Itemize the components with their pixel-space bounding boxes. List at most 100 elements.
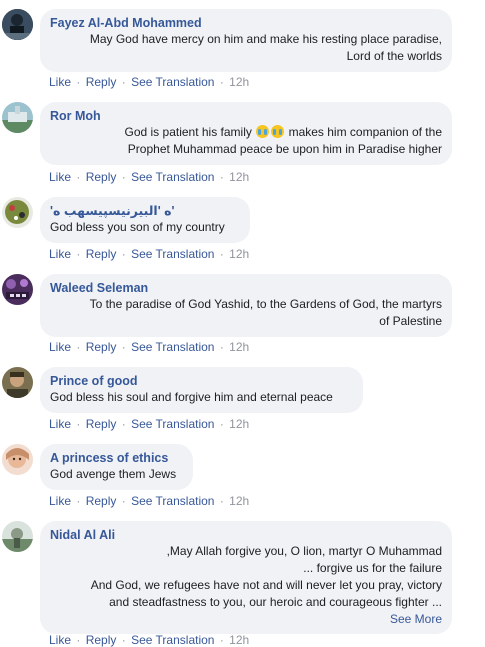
comment-text: God is patient his family makes him comp…	[50, 124, 442, 141]
like-link[interactable]: Like	[49, 340, 71, 354]
separator: ·	[76, 75, 81, 89]
reply-link[interactable]: Reply	[86, 633, 117, 647]
comment-bubble: Prince of good God bless his soul and fo…	[40, 367, 363, 413]
separator: ·	[219, 170, 224, 184]
comment-bubble: Fayez Al-Abd Mohammed May God have mercy…	[40, 9, 452, 72]
reply-link[interactable]: Reply	[86, 247, 117, 261]
separator: ·	[76, 417, 81, 431]
separator: ·	[219, 247, 224, 261]
crying-face-icon	[271, 125, 285, 138]
like-link[interactable]: Like	[49, 417, 71, 431]
crying-face-icon	[256, 125, 270, 138]
comment-text: God bless you son of my country	[50, 220, 225, 234]
like-link[interactable]: Like	[49, 247, 71, 261]
comment-text-part: makes him companion of the	[288, 125, 442, 139]
comment-bubble: Ror Moh God is patient his family makes …	[40, 102, 452, 165]
avatar-image	[2, 521, 33, 552]
comment-text: of Palestine	[379, 314, 442, 328]
timestamp[interactable]: 12h	[229, 494, 249, 508]
comment-bubble: Waleed Seleman To the paradise of God Ya…	[40, 274, 452, 337]
separator: ·	[121, 247, 126, 261]
separator: ·	[76, 633, 81, 647]
comment-actions: Like · Reply · See Translation · 12h	[49, 247, 249, 261]
reply-link[interactable]: Reply	[86, 417, 117, 431]
separator: ·	[219, 75, 224, 89]
comment-text: ... forgive us for the failure	[303, 561, 442, 575]
avatar[interactable]	[2, 444, 33, 475]
comment-author[interactable]: Waleed Seleman	[50, 280, 442, 296]
separator: ·	[76, 170, 81, 184]
comment-text: God bless his soul and forgive him and e…	[50, 390, 333, 404]
comment-text: ,May Allah forgive you, O lion, martyr O…	[166, 544, 442, 558]
comment-text: Prophet Muhammad peace be upon him in Pa…	[127, 142, 442, 156]
avatar[interactable]	[2, 367, 33, 398]
separator: ·	[76, 247, 81, 261]
avatar-image	[2, 197, 33, 228]
reply-link[interactable]: Reply	[86, 494, 117, 508]
comment-actions: Like · Reply · See Translation · 12h	[49, 417, 249, 431]
see-translation-link[interactable]: See Translation	[131, 247, 214, 261]
timestamp[interactable]: 12h	[229, 417, 249, 431]
separator: ·	[76, 340, 81, 354]
comment-author[interactable]: 'ه 'البيرنيسپيسهب ه'	[50, 203, 240, 219]
avatar[interactable]	[2, 9, 33, 40]
see-translation-link[interactable]: See Translation	[131, 170, 214, 184]
separator: ·	[219, 494, 224, 508]
comment-author[interactable]: Ror Moh	[50, 108, 442, 124]
separator: ·	[121, 340, 126, 354]
avatar[interactable]	[2, 521, 33, 552]
comment-bubble: Nidal Al Ali ,May Allah forgive you, O l…	[40, 521, 452, 634]
reply-link[interactable]: Reply	[86, 340, 117, 354]
timestamp[interactable]: 12h	[229, 75, 249, 89]
comment-bubble: 'ه 'البيرنيسپيسهب ه' God bless you son o…	[40, 197, 250, 243]
comment-author[interactable]: Nidal Al Ali	[50, 527, 442, 543]
comment-actions: Like · Reply · See Translation · 12h	[49, 170, 249, 184]
avatar[interactable]	[2, 102, 33, 133]
avatar-image	[2, 9, 33, 40]
avatar-image	[2, 367, 33, 398]
separator: ·	[76, 494, 81, 508]
like-link[interactable]: Like	[49, 494, 71, 508]
like-link[interactable]: Like	[49, 633, 71, 647]
see-more-link[interactable]: See More	[50, 611, 442, 627]
see-translation-link[interactable]: See Translation	[131, 75, 214, 89]
separator: ·	[121, 633, 126, 647]
like-link[interactable]: Like	[49, 170, 71, 184]
timestamp[interactable]: 12h	[229, 170, 249, 184]
reply-link[interactable]: Reply	[86, 170, 117, 184]
separator: ·	[121, 170, 126, 184]
avatar-image	[2, 444, 33, 475]
comment-text: and steadfastness to you, our heroic and…	[109, 595, 442, 609]
comment-author[interactable]: Prince of good	[50, 373, 353, 389]
comment-author[interactable]: Fayez Al-Abd Mohammed	[50, 15, 442, 31]
comment-actions: Like · Reply · See Translation · 12h	[49, 340, 249, 354]
comment-author[interactable]: A princess of ethics	[50, 450, 183, 466]
comment-text: To the paradise of God Yashid, to the Ga…	[89, 297, 442, 311]
see-translation-link[interactable]: See Translation	[131, 340, 214, 354]
comment-text-part: God is patient his family	[124, 125, 252, 139]
comment-text: Lord of the worlds	[346, 49, 442, 63]
comment-bubble: A princess of ethics God avenge them Jew…	[40, 444, 193, 490]
comment-actions: Like · Reply · See Translation · 12h	[49, 494, 249, 508]
avatar-image	[2, 274, 33, 305]
timestamp[interactable]: 12h	[229, 247, 249, 261]
like-link[interactable]: Like	[49, 75, 71, 89]
separator: ·	[219, 633, 224, 647]
timestamp[interactable]: 12h	[229, 340, 249, 354]
avatar-image	[2, 102, 33, 133]
separator: ·	[121, 417, 126, 431]
comment-actions: Like · Reply · See Translation · 12h	[49, 75, 249, 89]
avatar[interactable]	[2, 274, 33, 305]
comment-text: God avenge them Jews	[50, 467, 177, 481]
see-translation-link[interactable]: See Translation	[131, 417, 214, 431]
comment-text: And God, we refugees have not and will n…	[90, 578, 442, 592]
separator: ·	[219, 417, 224, 431]
avatar[interactable]	[2, 197, 33, 228]
see-translation-link[interactable]: See Translation	[131, 633, 214, 647]
see-translation-link[interactable]: See Translation	[131, 494, 214, 508]
reply-link[interactable]: Reply	[86, 75, 117, 89]
timestamp[interactable]: 12h	[229, 633, 249, 647]
comment-actions: Like · Reply · See Translation · 12h	[49, 633, 249, 647]
separator: ·	[121, 494, 126, 508]
separator: ·	[121, 75, 126, 89]
